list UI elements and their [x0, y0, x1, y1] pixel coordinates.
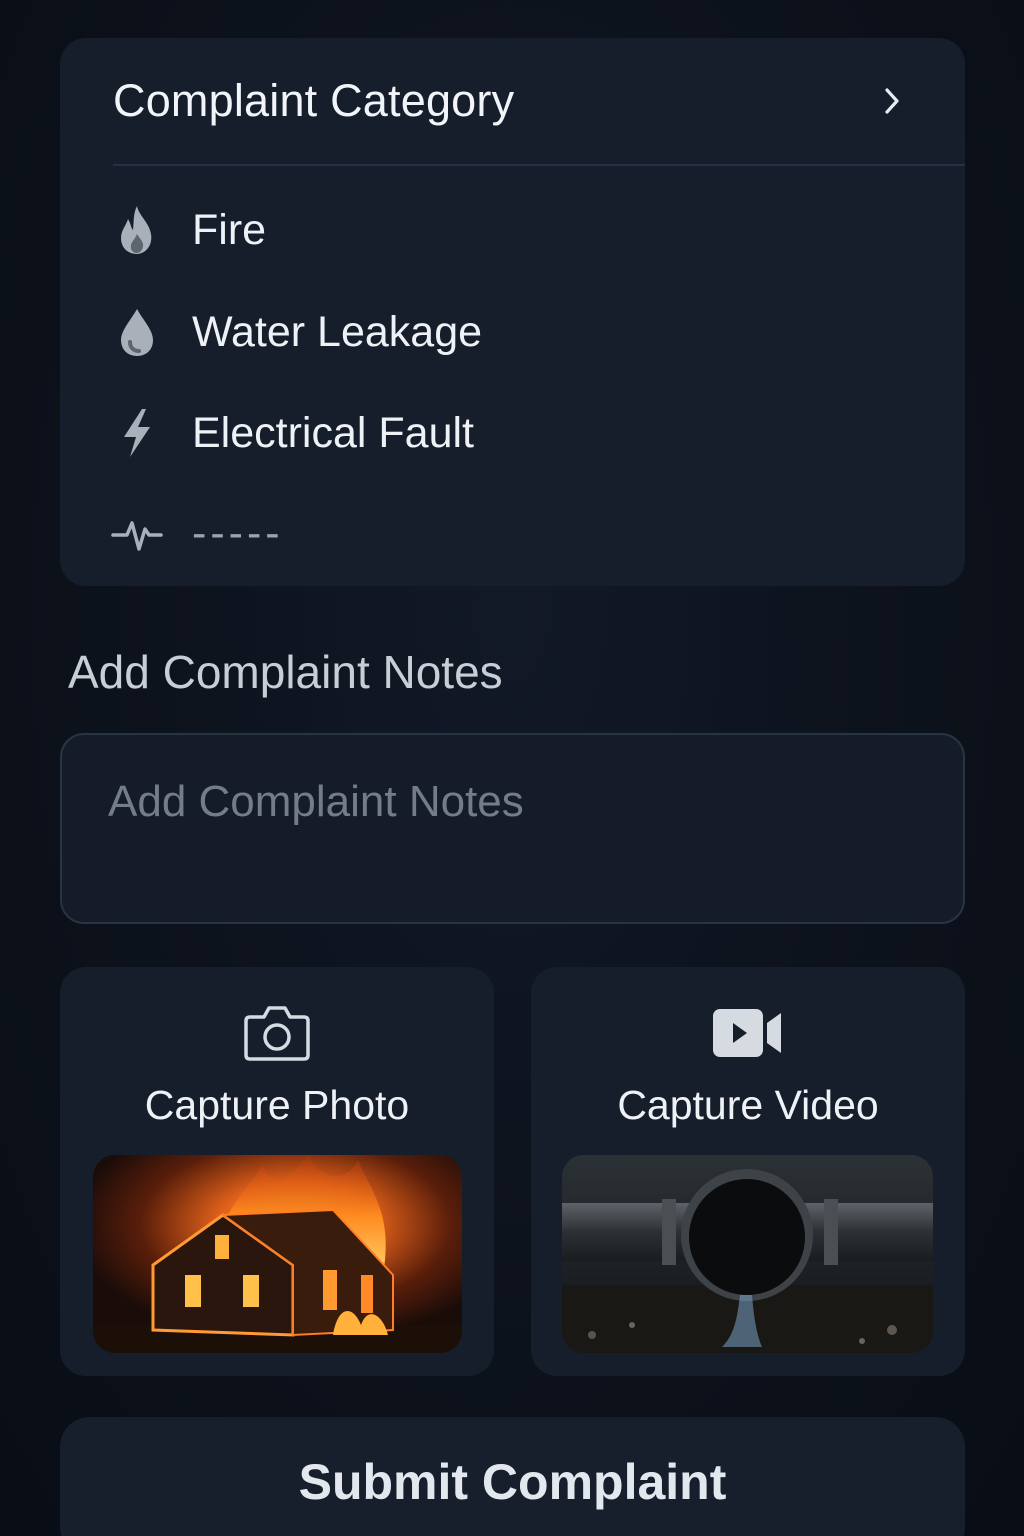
category-item-label: ----- [192, 508, 284, 557]
category-item-electrical-fault[interactable]: Electrical Fault [110, 403, 474, 463]
chevron-right-icon[interactable] [879, 86, 905, 116]
video-camera-icon [531, 1003, 965, 1063]
leaking-pipe-image [562, 1155, 933, 1353]
category-item-label: Electrical Fault [192, 408, 474, 457]
complaint-notes-input[interactable] [60, 733, 965, 924]
category-item-fire[interactable]: Fire [110, 200, 266, 260]
water-drop-icon [110, 302, 164, 362]
burning-house-image [93, 1155, 462, 1353]
submit-complaint-button[interactable]: Submit Complaint [60, 1417, 965, 1536]
fire-icon [110, 200, 164, 260]
capture-video-button[interactable]: Capture Video [531, 967, 965, 1376]
category-item-label: Fire [192, 205, 267, 254]
complaint-category-card: Complaint Category Fire Water Leakage El… [60, 38, 965, 586]
pulse-icon [110, 503, 164, 563]
complaint-form-screen: Complaint Category Fire Water Leakage El… [0, 0, 1024, 1536]
category-item-label: Water Leakage [192, 307, 483, 356]
notes-heading: Add Complaint Notes [68, 646, 503, 698]
complaint-category-header[interactable]: Complaint Category [113, 38, 965, 166]
category-item-water-leakage[interactable]: Water Leakage [110, 302, 482, 362]
camera-icon [60, 1003, 494, 1063]
capture-video-label: Capture Video [617, 1082, 879, 1128]
capture-photo-label: Capture Photo [144, 1082, 410, 1128]
capture-photo-button[interactable]: Capture Photo [60, 967, 494, 1376]
category-item-other[interactable]: ----- [110, 503, 284, 563]
lightning-icon [110, 403, 164, 463]
complaint-category-title: Complaint Category [113, 75, 515, 126]
